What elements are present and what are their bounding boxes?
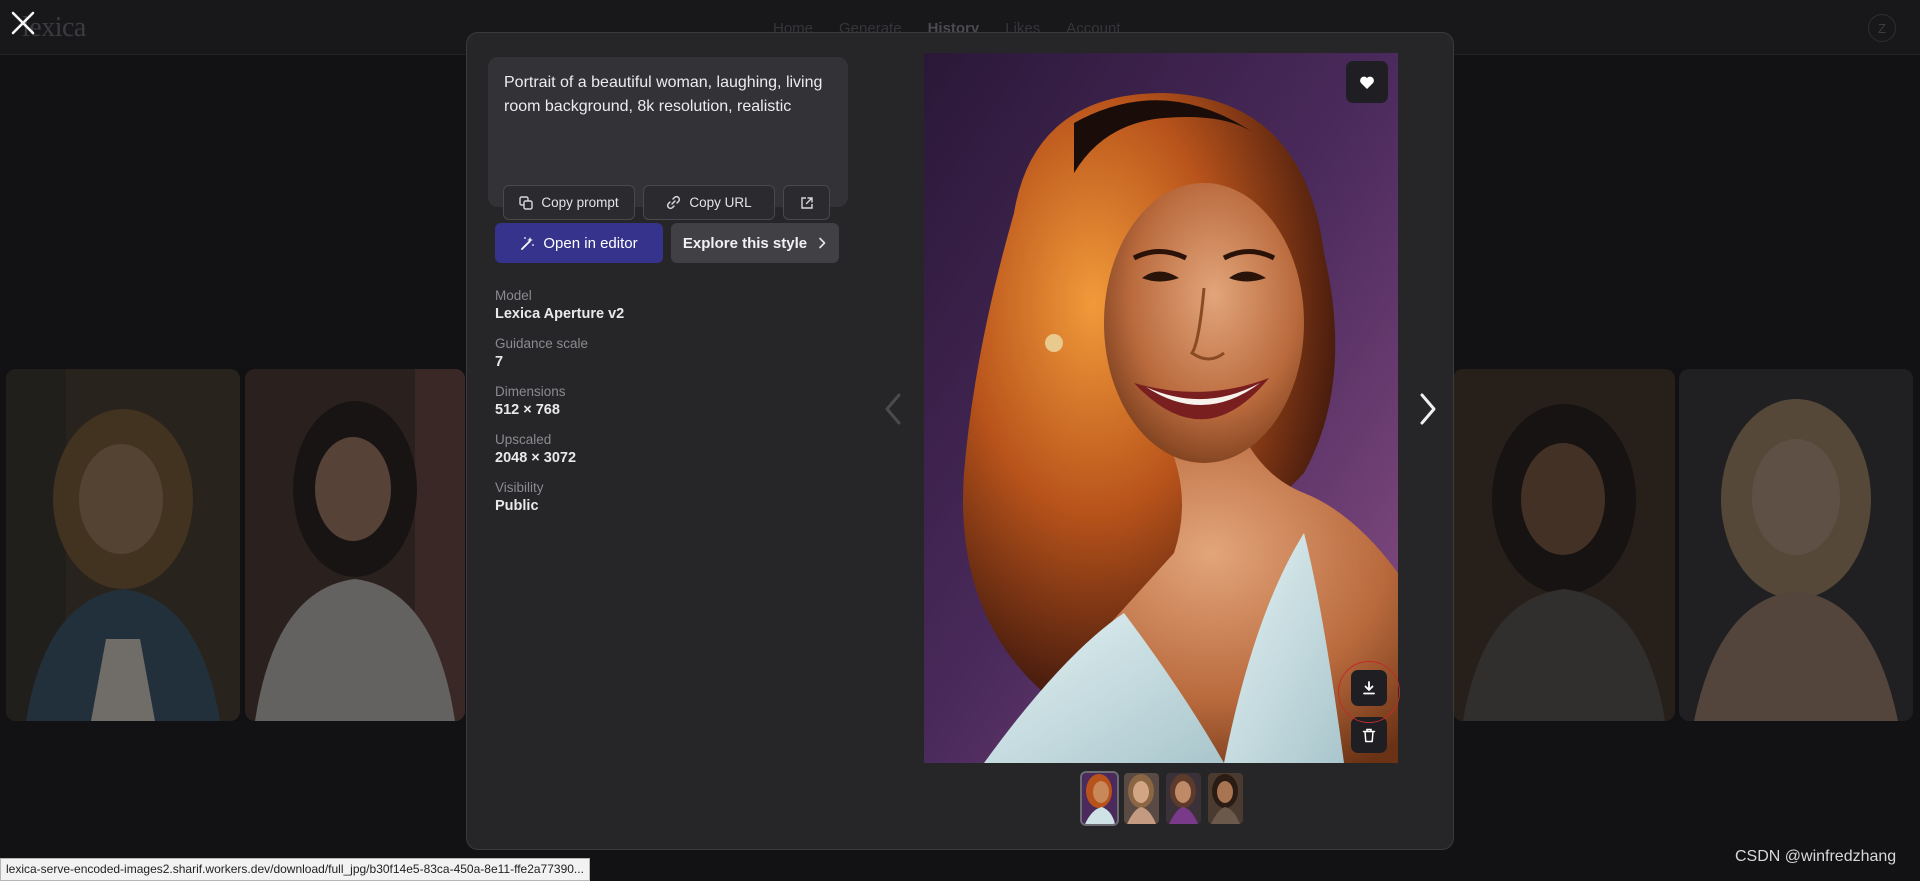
chevron-right-icon bbox=[819, 237, 826, 249]
open-external-button[interactable] bbox=[783, 185, 830, 220]
trash-icon bbox=[1362, 728, 1376, 742]
meta-visibility: Visibility Public bbox=[495, 479, 795, 516]
meta-value: 7 bbox=[495, 354, 504, 370]
thumbnail-2[interactable] bbox=[1124, 773, 1159, 824]
portrait-image bbox=[924, 53, 1398, 763]
heart-icon bbox=[1360, 76, 1374, 89]
meta-label: Model bbox=[495, 288, 532, 303]
explore-style-button[interactable]: Explore this style bbox=[671, 223, 839, 263]
meta-value: 2048 × 3072 bbox=[495, 450, 577, 466]
copy-url-label: Copy URL bbox=[689, 195, 752, 210]
meta-model: Model Lexica Aperture v2 bbox=[495, 287, 795, 324]
status-bar-url: lexica-serve-encoded-images2.sharif.work… bbox=[0, 858, 590, 881]
copy-prompt-button[interactable]: Copy prompt bbox=[503, 185, 635, 220]
copy-prompt-label: Copy prompt bbox=[541, 195, 619, 210]
meta-guidance-scale: Guidance scale 7 bbox=[495, 335, 795, 372]
chevron-left-icon[interactable] bbox=[879, 389, 909, 429]
user-avatar[interactable]: Z bbox=[1868, 14, 1896, 42]
meta-upscaled: Upscaled 2048 × 3072 bbox=[495, 431, 795, 468]
variant-thumbnails bbox=[1080, 771, 1243, 826]
thumbnail-3[interactable] bbox=[1166, 773, 1201, 824]
meta-label: Guidance scale bbox=[495, 336, 589, 351]
meta-label: Visibility bbox=[495, 480, 544, 495]
meta-dimensions: Dimensions 512 × 768 bbox=[495, 383, 795, 420]
copy-url-button[interactable]: Copy URL bbox=[643, 185, 775, 220]
open-in-editor-label: Open in editor bbox=[543, 234, 638, 252]
thumbnail-4[interactable] bbox=[1208, 773, 1243, 824]
meta-value: 512 × 768 bbox=[495, 402, 560, 418]
meta-value: Lexica Aperture v2 bbox=[495, 306, 625, 322]
link-icon bbox=[667, 195, 681, 210]
prompt-card: Portrait of a beautiful woman, laughing,… bbox=[488, 57, 848, 220]
external-link-icon bbox=[800, 196, 813, 209]
thumbnail-1[interactable] bbox=[1080, 771, 1119, 826]
copy-icon bbox=[519, 195, 534, 210]
main-image[interactable] bbox=[924, 53, 1398, 763]
meta-label: Upscaled bbox=[495, 432, 552, 447]
meta-label: Dimensions bbox=[495, 384, 566, 399]
image-detail-modal: Portrait of a beautiful woman, laughing,… bbox=[466, 32, 1454, 850]
gallery-dim-overlay bbox=[6, 369, 465, 721]
magic-wand-icon bbox=[521, 236, 535, 250]
gallery-dim-overlay bbox=[1453, 369, 1913, 721]
prompt-text: Portrait of a beautiful woman, laughing,… bbox=[504, 74, 823, 115]
meta-value: Public bbox=[495, 498, 539, 514]
chevron-right-icon[interactable] bbox=[1412, 389, 1442, 429]
csdn-watermark: CSDN @winfredzhang bbox=[1735, 848, 1897, 865]
open-in-editor-button[interactable]: Open in editor bbox=[495, 223, 663, 263]
close-icon[interactable] bbox=[9, 9, 37, 37]
like-button[interactable] bbox=[1346, 61, 1388, 103]
explore-style-label: Explore this style bbox=[682, 234, 808, 252]
download-highlight-ring bbox=[1338, 661, 1400, 723]
